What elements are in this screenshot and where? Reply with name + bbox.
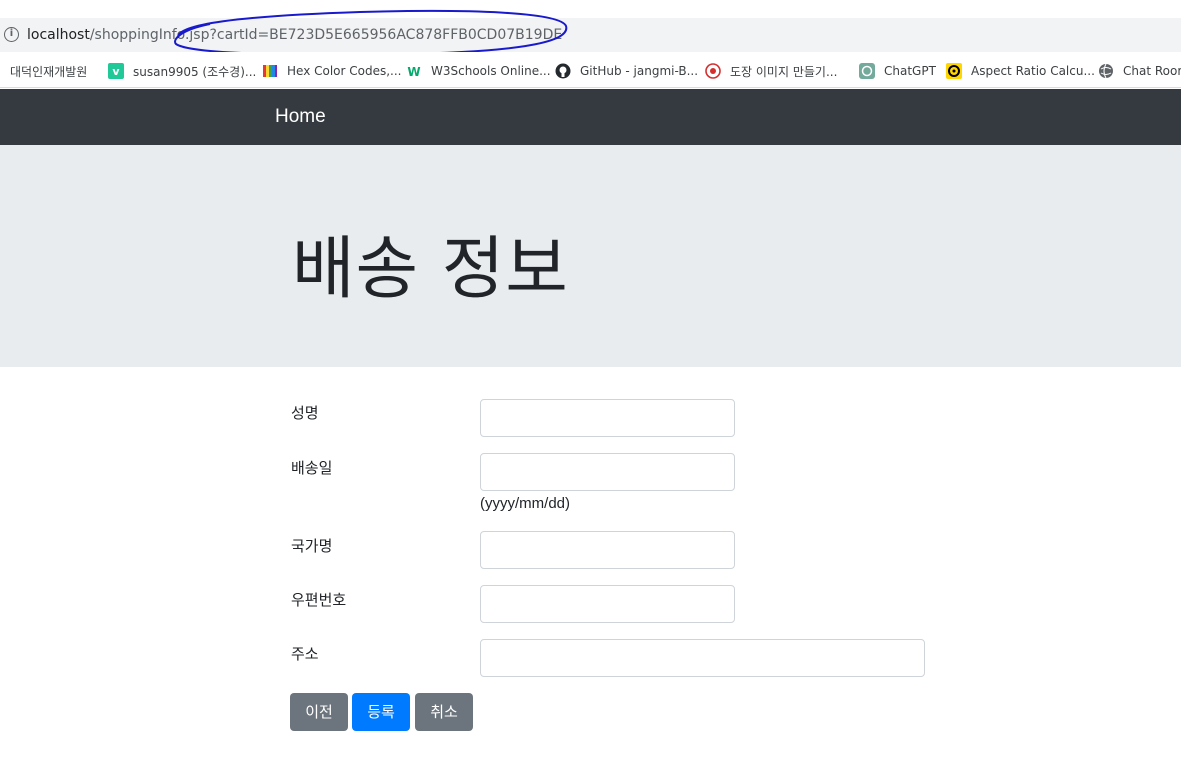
cancel-button[interactable]: 취소 — [415, 693, 473, 731]
bookmark-item[interactable]: Aspect Ratio Calcu... — [946, 62, 1095, 80]
top-navbar: Home — [0, 89, 1181, 145]
stamp-icon — [705, 63, 721, 79]
address-label: 주소 — [291, 645, 319, 663]
bookmark-label: Hex Color Codes,... — [287, 64, 402, 78]
bookmark-label: 도장 이미지 만들기... — [730, 64, 838, 79]
address-input[interactable] — [480, 639, 925, 677]
bookmark-label: W3Schools Online... — [431, 64, 551, 78]
info-icon[interactable]: i — [4, 27, 19, 42]
bookmark-item[interactable]: 대덕인재개발원 — [0, 62, 87, 80]
chatgpt-icon — [859, 63, 875, 79]
ship-date-input[interactable] — [480, 453, 735, 491]
svg-text:W: W — [407, 65, 420, 79]
w3schools-icon: W — [406, 63, 422, 79]
bookmark-label: 대덕인재개발원 — [10, 64, 88, 79]
url-text[interactable]: localhost/shoppingInfo.jsp?cartId=BE723D… — [27, 27, 562, 43]
bookmark-label: susan9905 (조수경)... — [133, 64, 257, 79]
page-title: 배송 정보 — [292, 230, 569, 309]
zip-label: 우편번호 — [291, 591, 347, 609]
bookmark-label: Chat Room — [1123, 64, 1181, 78]
velog-icon: v — [108, 63, 124, 79]
color-book-icon — [262, 63, 278, 79]
country-label: 국가명 — [291, 537, 333, 555]
bookmark-item[interactable]: GitHub - jangmi-B... — [555, 62, 698, 80]
bookmark-item[interactable]: 도장 이미지 만들기... — [705, 62, 837, 80]
bookmark-label: GitHub - jangmi-B... — [580, 64, 699, 78]
bookmark-icon — [0, 63, 2, 79]
name-input[interactable] — [480, 399, 735, 437]
register-button[interactable]: 등록 — [352, 693, 410, 731]
url-host: localhost — [27, 27, 90, 43]
bookmark-item[interactable]: v susan9905 (조수경)... — [108, 62, 256, 80]
browser-address-bar: i localhost/shoppingInfo.jsp?cartId=BE72… — [0, 0, 1181, 56]
bookmark-item[interactable]: ChatGPT — [859, 62, 936, 80]
url-path: /shoppingInfo.jsp?cartId=BE723D5E665956A… — [89, 27, 563, 43]
zip-input[interactable] — [480, 585, 735, 623]
bookmarks-bar: 대덕인재개발원 v susan9905 (조수경)... Hex Color C… — [0, 52, 1181, 88]
ship-date-hint: (yyyy/mm/dd) — [480, 495, 570, 512]
home-link[interactable]: Home — [275, 106, 326, 128]
prev-button[interactable]: 이전 — [290, 693, 348, 731]
svg-text:v: v — [112, 65, 120, 78]
globe-icon — [1098, 63, 1114, 79]
aspect-ratio-icon — [946, 63, 962, 79]
name-label: 성명 — [291, 404, 319, 422]
bookmark-label: Aspect Ratio Calcu... — [971, 64, 1095, 78]
github-icon — [555, 63, 571, 79]
country-input[interactable] — [480, 531, 735, 569]
ship-date-label: 배송일 — [291, 459, 333, 477]
jumbotron: 배송 정보 — [0, 145, 1181, 367]
bookmark-item[interactable]: W W3Schools Online... — [406, 62, 551, 80]
bookmark-item[interactable]: Hex Color Codes,... — [262, 62, 402, 80]
bookmark-label: ChatGPT — [884, 64, 936, 78]
bookmark-item[interactable]: Chat Room — [1098, 62, 1181, 80]
